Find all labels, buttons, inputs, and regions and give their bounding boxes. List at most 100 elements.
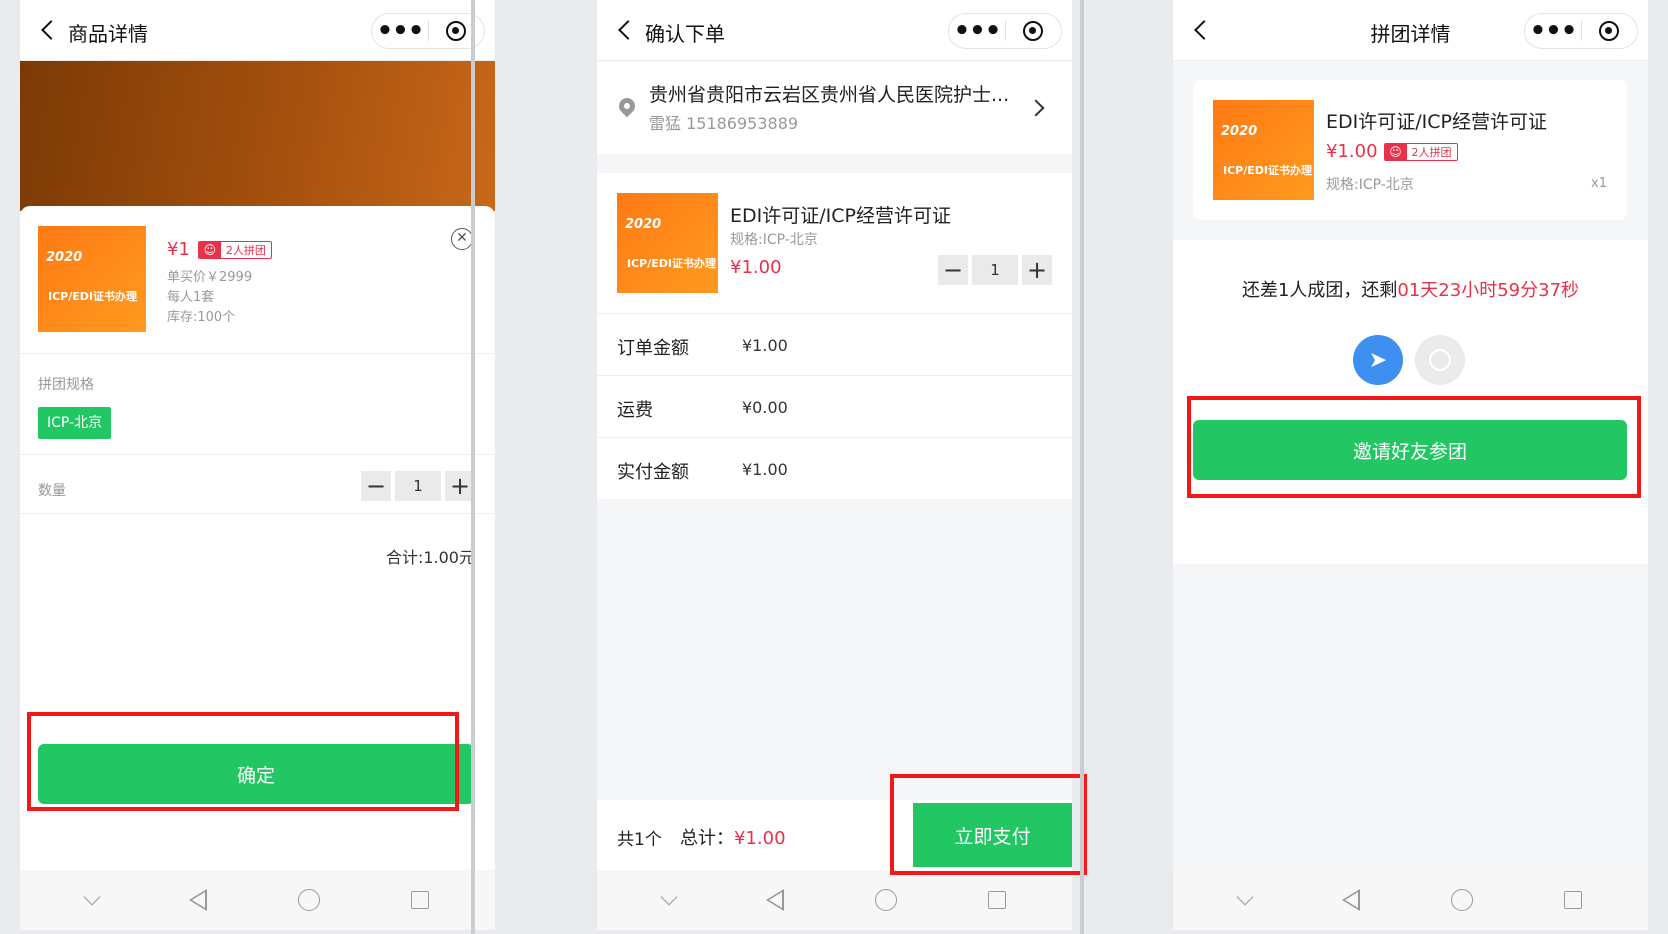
row-label: 运费 [617,400,653,421]
close-icon[interactable]: ✕ [451,228,473,250]
quantity-input[interactable]: 1 [395,471,441,501]
back-triangle-icon[interactable] [1341,889,1360,911]
back-icon[interactable] [611,16,639,44]
row-value: ¥0.00 [742,398,788,417]
row-value: ¥1.00 [742,336,788,355]
home-circle-icon[interactable] [875,889,898,911]
highlight-box [890,774,1087,875]
chevron-down-icon[interactable] [1236,888,1254,906]
system-nav-bar [20,870,495,930]
back-triangle-icon[interactable] [765,889,784,911]
close-miniapp-icon[interactable] [1582,21,1637,41]
thumb-text: ICP/EDI证书办理 [1223,164,1312,177]
total-amount: 合计:1.00元 [385,548,475,567]
address-row[interactable]: 贵州省贵阳市云岩区贵州省人民医院护士... 雷猛 15186953889 [597,62,1072,154]
spec-option[interactable]: ICP-北京 [38,407,112,439]
more-icon[interactable]: ••• [1525,18,1581,44]
divider [20,353,495,354]
plus-button[interactable]: + [1022,255,1052,285]
back-icon[interactable] [34,16,62,44]
location-pin-icon [615,94,639,118]
people-icon: ☺ [198,241,221,258]
close-miniapp-icon[interactable] [429,21,484,41]
total-value: ¥1.00 [734,828,786,849]
nav-bar: 商品详情 ••• [20,0,495,61]
screen-divider [1080,0,1084,934]
thumb-text: ICP/EDI证书办理 [627,257,716,270]
system-nav-bar [1173,870,1648,930]
price-row: ¥1 ☺ 2人拼团 [167,239,272,260]
address-text: 贵州省贵阳市云岩区贵州省人民医院护士... [649,84,1010,106]
shipping-row: 运费 ¥0.00 [597,375,1072,437]
pay-total: 总计：¥1.00 [680,824,786,850]
recent-apps-icon[interactable] [411,891,430,909]
chevron-down-icon[interactable] [660,888,678,906]
item-count: 共1个 [617,830,662,850]
close-miniapp-icon[interactable] [1006,21,1061,41]
back-triangle-icon[interactable] [188,889,207,911]
screen-divider [471,0,475,934]
group-price: ¥1 [167,239,190,260]
contact-text: 雷猛 15186953889 [649,114,799,133]
highlight-box [27,712,459,811]
more-icon[interactable]: ••• [949,18,1005,44]
product-name: EDI许可证/ICP经营许可证 [730,205,951,227]
system-nav-bar [597,870,1072,930]
more-icon[interactable]: ••• [372,18,428,44]
product-banner [20,61,495,211]
thumb-year: 2020 [625,217,662,232]
thumb-year: 2020 [46,250,83,265]
screenshot-canvas: 商品详情 ••• 2020 ICP/EDI证书办理 ¥1 ☺ 2人拼团 单买价￥… [0,0,1668,934]
nav-bar: 确认下单 ••• [597,0,1072,61]
quantity-input[interactable]: 1 [972,255,1018,285]
quantity-label: 数量 [38,483,66,499]
miniapp-capsule: ••• [1524,13,1638,49]
price-row: ¥1.00 ☺ 2人拼团 [1326,141,1458,162]
people-icon: ☺ [1384,143,1407,160]
divider [20,513,495,514]
divider [20,454,495,455]
product-card-area: 2020 ICP/EDI证书办理 EDI许可证/ICP经营许可证 ¥1.00 ☺… [1173,62,1648,240]
single-price: 单买价￥2999 [167,270,253,285]
empty-slot-avatar [1415,335,1465,385]
chevron-down-icon[interactable] [83,888,101,906]
recent-apps-icon[interactable] [988,891,1007,909]
product-spec: 规格:ICP-北京 [1326,177,1414,193]
row-value: ¥1.00 [742,460,788,479]
chevron-right-icon [1027,99,1045,117]
highlight-box [1187,396,1641,498]
quantity-stepper: − 1 + [361,471,475,501]
product-quantity: x1 [1591,176,1607,191]
group-badge-label: 2人拼团 [225,243,266,257]
page-title: 确认下单 [645,22,725,46]
stock: 库存:100个 [167,310,236,325]
product-thumbnail: 2020 ICP/EDI证书办理 [1213,100,1314,200]
nav-bar: 拼团详情 ••• [1173,0,1648,61]
product-spec: 规格:ICP-北京 [730,232,818,248]
spec-label: 拼团规格 [38,377,94,393]
miniapp-capsule: ••• [371,13,485,49]
countdown: 01天23小时59分37秒 [1397,280,1580,301]
paid-amount-row: 实付金额 ¥1.00 [597,437,1072,499]
group-badge-label: 2人拼团 [1411,145,1452,159]
row-label: 订单金额 [617,338,689,359]
product-name: EDI许可证/ICP经营许可证 [1326,111,1547,133]
group-status-text: 还差1人成团，还剩01天23小时59分37秒 [1173,276,1648,302]
per-person-limit: 每人1套 [167,290,215,305]
thumb-text: ICP/EDI证书办理 [48,290,137,303]
status-prefix: 还差1人成团，还剩 [1241,280,1398,301]
minus-button[interactable]: − [938,255,968,285]
order-product: 2020 ICP/EDI证书办理 EDI许可证/ICP经营许可证 规格:ICP-… [597,173,1072,313]
group-price: ¥1.00 [1326,141,1378,162]
row-label: 实付金额 [617,462,689,483]
total-label: 总计： [680,828,734,849]
home-circle-icon[interactable] [1451,889,1474,911]
product-card[interactable]: 2020 ICP/EDI证书办理 EDI许可证/ICP经营许可证 ¥1.00 ☺… [1193,80,1627,220]
minus-button[interactable]: − [361,471,391,501]
miniapp-capsule: ••• [948,13,1062,49]
recent-apps-icon[interactable] [1564,891,1583,909]
member-avatar: ➤ [1353,335,1403,385]
thumb-year: 2020 [1221,124,1258,139]
home-circle-icon[interactable] [298,889,321,911]
quantity-stepper: − 1 + [938,255,1052,285]
